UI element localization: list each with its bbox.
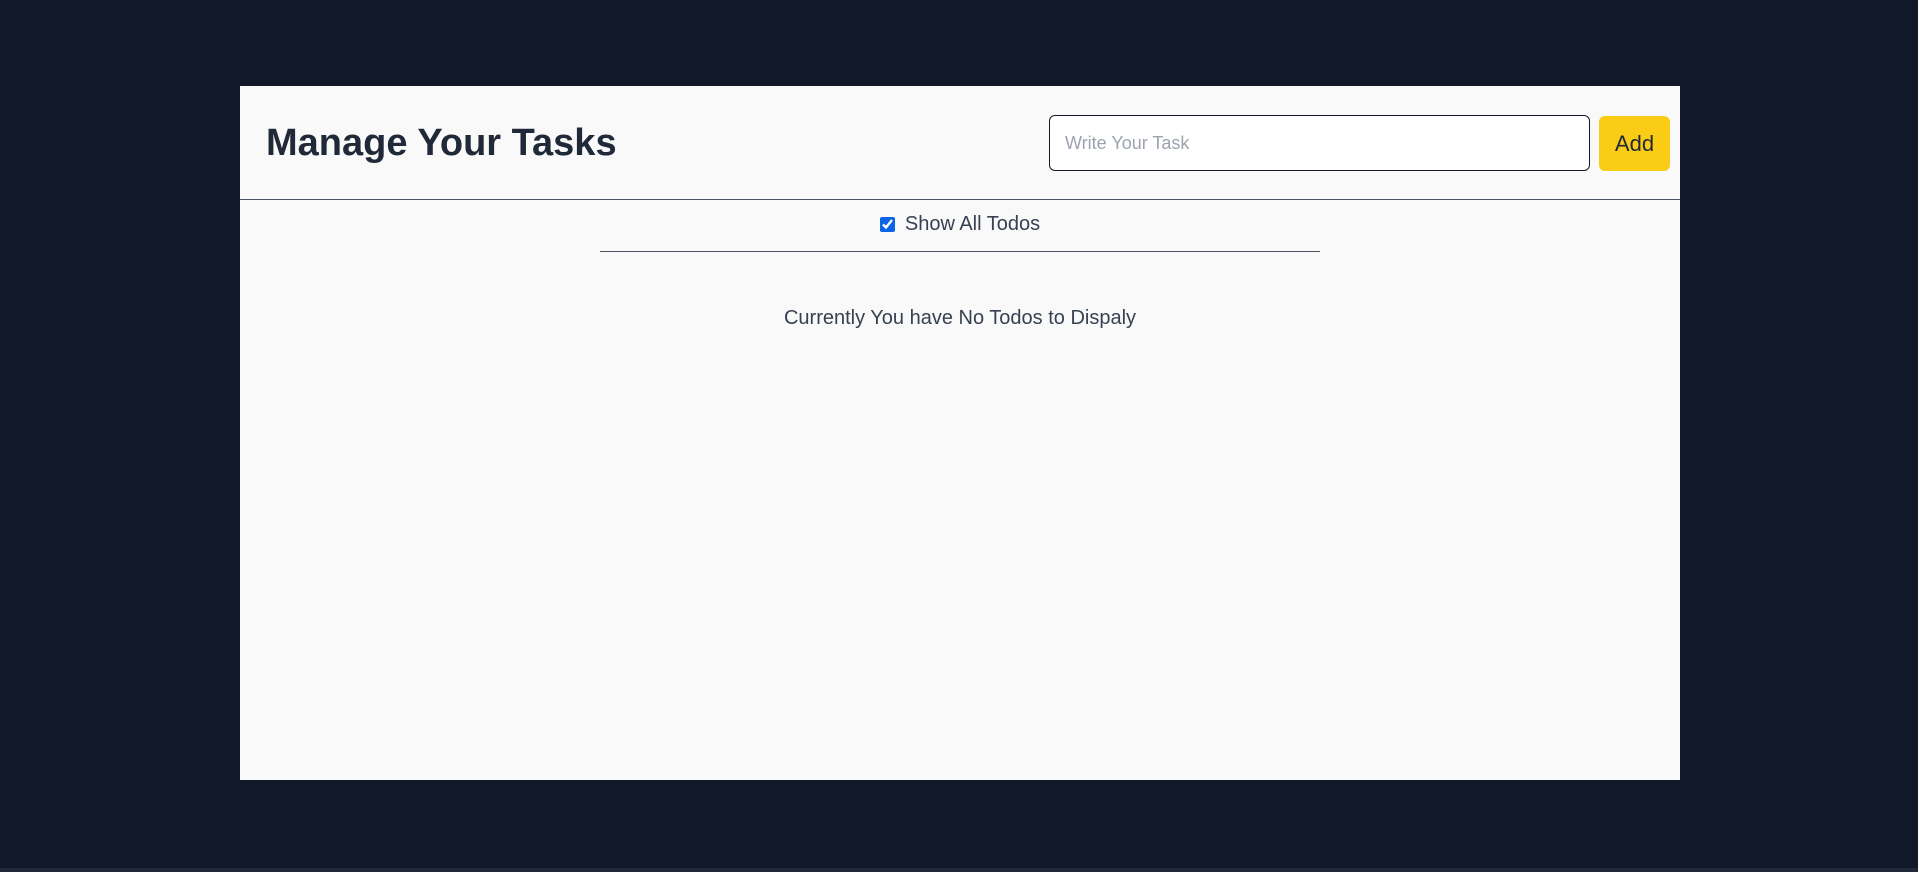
app-page: Manage Your Tasks Add Show All Todos Cur… [0, 0, 1918, 872]
show-all-todos-filter: Show All Todos [600, 200, 1320, 252]
show-all-todos-label: Show All Todos [904, 213, 1041, 235]
todo-card: Manage Your Tasks Add Show All Todos Cur… [240, 86, 1680, 780]
show-all-todos-checkbox[interactable] [879, 217, 895, 232]
page-title: Manage Your Tasks [266, 122, 617, 164]
task-input[interactable] [1049, 115, 1590, 171]
add-button[interactable]: Add [1599, 116, 1670, 171]
empty-todos-message: Currently You have No Todos to Dispaly [783, 307, 1137, 329]
bottom-edge [0, 868, 1918, 872]
todo-header: Manage Your Tasks Add [240, 86, 1680, 200]
